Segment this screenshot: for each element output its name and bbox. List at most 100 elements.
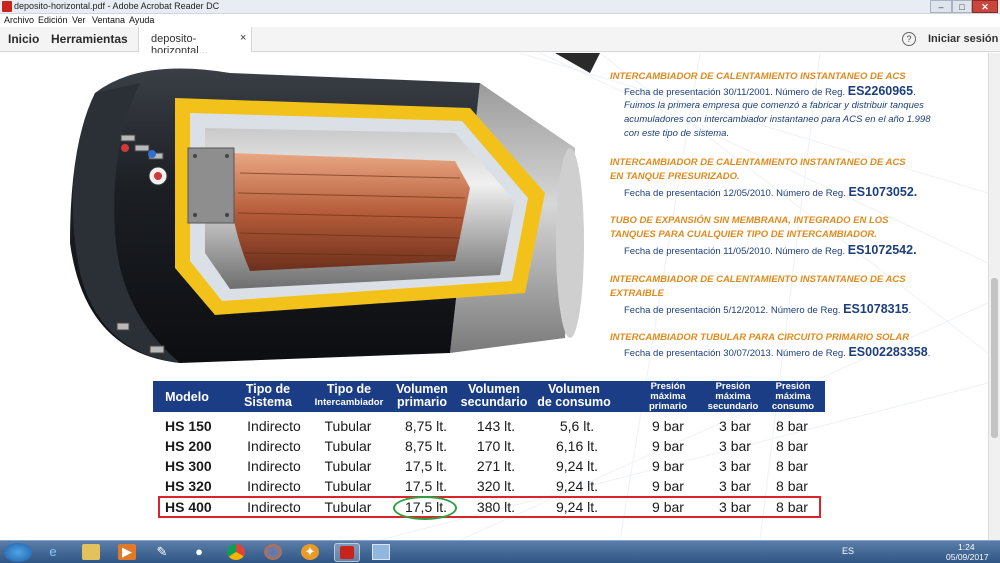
table-cell: 3 bar [719, 478, 751, 494]
col-volumen-consumo-2: de consumo [537, 395, 611, 409]
help-icon[interactable]: ? [902, 32, 916, 46]
folder-icon[interactable] [82, 544, 100, 560]
model-cell: HS 300 [165, 458, 212, 474]
table-cell: 3 bar [719, 438, 751, 454]
signin-link[interactable]: Iniciar sesión [928, 33, 998, 45]
col-volumen-secundario-2: secundario [460, 395, 528, 409]
highlight-box-hs400 [158, 496, 821, 518]
table-cell: 9,24 lt. [555, 458, 599, 474]
patent-1-heading: INTERCAMBIADOR DE CALENTAMIENTO INSTANTA… [610, 71, 906, 82]
acrobat-taskbar-button[interactable] [334, 543, 360, 562]
table-cell: Tubular [324, 458, 372, 474]
col-tipo-sistema-2: Sistema [244, 395, 292, 409]
table-cell: 9 bar [652, 458, 684, 474]
home-link[interactable]: Inicio [8, 32, 39, 46]
col-modelo: Modelo [165, 390, 209, 404]
acrobat-app-icon [2, 1, 12, 12]
table-cell: 17,5 lt. [404, 478, 448, 494]
patent-4-date: Fecha de presentación 5/12/2012. Número … [624, 302, 912, 316]
patent-1-date: Fecha de presentación 30/11/2001. Número… [624, 84, 916, 98]
col-volumen-secundario-1: Volumen [468, 382, 520, 396]
model-cell: HS 200 [165, 438, 212, 454]
table-cell: Tubular [324, 418, 372, 434]
col-volumen-consumo-1: Volumen [548, 382, 600, 396]
table-cell: 9 bar [652, 418, 684, 434]
table-cell: 8 bar [776, 478, 808, 494]
table-cell: Indirecto [247, 418, 301, 434]
acrobat-icon [340, 546, 354, 559]
col-presion-consumo-3: consumo [771, 401, 815, 412]
col-tipo-sistema-1: Tipo de [245, 382, 291, 396]
patent-3-date: Fecha de presentación 11/05/2010. Número… [624, 243, 917, 257]
language-indicator[interactable]: ES [842, 546, 854, 556]
internet-explorer-icon[interactable]: e [44, 544, 62, 560]
table-cell: 320 lt. [476, 478, 516, 494]
table-cell: 5,6 lt. [559, 418, 595, 434]
table-header: Modelo Tipo de Sistema Tipo de Intercamb… [153, 381, 825, 412]
col-presion-primario-3: primario [648, 401, 687, 412]
chrome-icon[interactable] [227, 544, 245, 560]
window-app-icon[interactable] [372, 544, 390, 560]
menu-archivo[interactable]: Archivo [4, 15, 34, 25]
paint-icon[interactable]: ● [190, 544, 208, 560]
vertical-scrollbar[interactable] [988, 53, 1000, 540]
minimize-button[interactable]: – [930, 0, 952, 13]
table-cell: 170 lt. [476, 438, 516, 454]
menu-edicion[interactable]: Edición [38, 15, 68, 25]
patent-2-date: Fecha de presentación 12/05/2010. Número… [624, 185, 918, 199]
table-cell: 8,75 lt. [404, 438, 448, 454]
patent-4-heading-1: INTERCAMBIADOR DE CALENTAMIENTO INSTANTA… [610, 274, 906, 285]
highlight-circle-volume [393, 496, 457, 520]
document-tab[interactable]: deposito-horizontal... × [138, 27, 252, 57]
table-cell: 3 bar [719, 418, 751, 434]
table-cell: Indirecto [247, 458, 301, 474]
menu-ventana[interactable]: Ventana [92, 15, 125, 25]
model-cell: HS 320 [165, 478, 212, 494]
table-cell: 8 bar [776, 438, 808, 454]
maximize-button[interactable]: □ [952, 0, 972, 13]
tools-link[interactable]: Herramientas [51, 32, 128, 46]
close-tab-icon[interactable]: × [240, 32, 246, 44]
menu-ayuda[interactable]: Ayuda [129, 15, 154, 25]
app-tool-icon[interactable]: ✎ [153, 544, 171, 560]
clock-time[interactable]: 1:24 [958, 542, 975, 552]
table-cell: 17,5 lt. [404, 458, 448, 474]
col-presion-secundario-3: secundario [707, 401, 759, 412]
patent-2-heading-2: EN TANQUE PRESURIZADO. [610, 171, 740, 182]
model-cell: HS 150 [165, 418, 212, 434]
table-cell: 9 bar [652, 438, 684, 454]
table-cell: Indirecto [247, 478, 301, 494]
table-cell: 8 bar [776, 458, 808, 474]
table-cell: 6,16 lt. [555, 438, 599, 454]
table-cell: Indirecto [247, 438, 301, 454]
table-cell: 271 lt. [476, 458, 516, 474]
col-tipo-intercambiador-1: Tipo de [326, 382, 372, 396]
table-cell: 8,75 lt. [404, 418, 448, 434]
firefox-icon[interactable] [264, 544, 282, 560]
table-cell: 9 bar [652, 478, 684, 494]
patent-5-heading: INTERCAMBIADOR TUBULAR PARA CIRCUITO PRI… [610, 332, 910, 343]
table-cell: Tubular [324, 478, 372, 494]
close-button[interactable]: ✕ [972, 0, 998, 13]
title-bar: deposito-horizontal.pdf - Adobe Acrobat … [0, 0, 1000, 14]
patent-5-date: Fecha de presentación 30/07/2013. Número… [624, 345, 931, 359]
patent-3-heading-2: TANQUES PARA CUALQUIER TIPO DE INTERCAMB… [610, 229, 877, 240]
toolbar: Inicio Herramientas deposito-horizontal.… [0, 27, 1000, 57]
start-button[interactable] [4, 543, 32, 562]
scrollbar-thumb[interactable] [991, 278, 998, 438]
table-cell: 143 lt. [476, 418, 516, 434]
col-volumen-primario-2: primario [396, 395, 447, 409]
table-cell: Tubular [324, 438, 372, 454]
col-tipo-intercambiador-2: Intercambiador [314, 397, 384, 408]
table-cell: 8 bar [776, 418, 808, 434]
clock-date[interactable]: 05/09/2017 [946, 552, 989, 562]
table-cell: 9,24 lt. [555, 478, 599, 494]
menu-bar: Archivo Edición Ver Ventana Ayuda [0, 14, 1000, 27]
media-player-icon[interactable]: ▶ [118, 544, 136, 560]
table-cell: 3 bar [719, 458, 751, 474]
patent-3-heading-1: TUBO DE EXPANSIÓN SIN MEMBRANA, INTEGRAD… [610, 215, 889, 226]
settings-app-icon[interactable]: ✦ [301, 544, 319, 560]
menu-ver[interactable]: Ver [72, 15, 86, 25]
patent-1-note-1: Fuimos la primera empresa que comenzó a … [624, 100, 924, 111]
patent-2-heading-1: INTERCAMBIADOR DE CALENTAMIENTO INSTANTA… [610, 157, 906, 168]
